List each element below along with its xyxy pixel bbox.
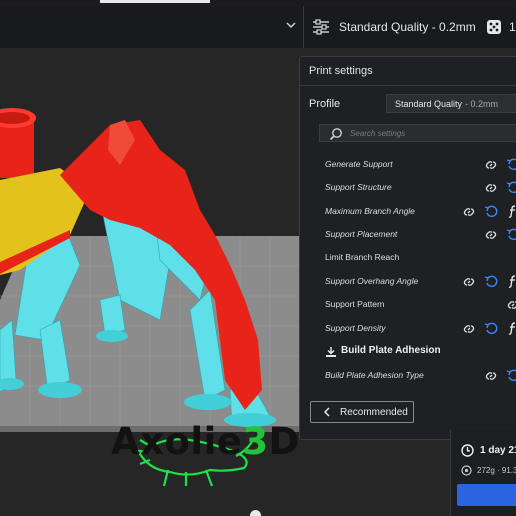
quality-label: Standard Quality - 0.2mm [339,20,476,34]
search-input[interactable] [350,125,516,141]
panel-divider [300,85,516,86]
setting-row[interactable]: Support Pattern [300,294,516,316]
setting-row[interactable]: Limit Branch Reach [300,247,516,269]
print-time-value: 1 day 21 [480,445,516,456]
link-icon[interactable] [484,228,498,242]
material-usage: 272g · 91.3 [461,465,516,476]
panel-title: Print settings [309,65,373,77]
reset-icon[interactable] [484,322,498,336]
settings-list: Generate Support Support Structure Maxim… [300,154,516,392]
chevron-down-icon [286,22,296,29]
link-icon[interactable] [484,181,498,195]
setting-row[interactable]: Generate Support [300,154,516,176]
settings-search[interactable] [319,124,516,142]
slice-button[interactable] [457,484,516,506]
stage-toolbar: Standard Quality - 0.2mm 10 [0,6,516,49]
setting-row[interactable]: Support Structure [300,177,516,199]
chevron-left-icon [323,407,330,417]
profile-value: Standard Quality [395,98,463,109]
cura-window: Standard Quality - 0.2mm 10 [0,0,516,516]
adhesion-icon [326,347,336,357]
setting-row[interactable]: Support Density [300,318,516,340]
setting-label: Support Placement [325,229,398,239]
link-icon[interactable] [462,205,476,219]
printer-selector[interactable] [0,6,304,48]
material-value: 272g · 91.3 [477,466,516,475]
reset-icon[interactable] [506,228,516,242]
sliders-icon [313,19,329,35]
link-icon[interactable] [462,322,476,336]
reset-icon[interactable] [506,181,516,195]
setting-label: Build Plate Adhesion Type [325,370,424,380]
function-icon[interactable] [506,274,516,288]
logo-text-accent: 3 [242,420,269,463]
print-time: 1 day 21 [461,444,516,457]
setting-label: Support Overhang Angle [325,276,419,286]
setting-row[interactable]: Build Plate Adhesion Type [300,365,516,387]
setting-label: Support Structure [325,182,392,192]
logo-text-main: Axolie [111,420,243,463]
profile-dropdown[interactable]: Standard Quality - 0.2mm [386,94,516,113]
function-icon[interactable] [506,204,516,218]
search-icon [329,128,342,141]
reset-icon[interactable] [506,158,516,172]
setting-row[interactable]: Support Overhang Angle [300,271,516,293]
profile-suffix: - 0.2mm [465,98,499,109]
link-icon[interactable] [484,158,498,172]
print-settings-toggle[interactable]: Standard Quality - 0.2mm [311,6,476,48]
infill-toggle[interactable]: 10 [486,6,516,48]
category-label: Build Plate Adhesion [341,345,441,356]
link-icon[interactable] [506,298,516,312]
model-logo-text: Axolie3D [111,420,300,463]
spool-icon [461,465,472,476]
setting-label: Generate Support [325,159,393,169]
reset-icon[interactable] [484,275,498,289]
reset-icon[interactable] [506,369,516,383]
setting-label: Support Pattern [325,299,385,309]
link-icon[interactable] [462,275,476,289]
setting-row[interactable]: Support Placement [300,224,516,246]
category-build-plate-adhesion[interactable]: Build Plate Adhesion [300,341,516,363]
recommended-label: Recommended [340,406,408,418]
clock-icon [461,444,474,457]
profile-label: Profile [309,98,341,110]
reset-icon[interactable] [484,205,498,219]
tab-edge [100,0,210,3]
setting-label: Support Density [325,323,386,333]
recommended-button[interactable]: Recommended [310,401,414,423]
layer-slider-handle[interactable] [250,510,261,516]
print-settings-panel: Print settings Profile Standard Quality … [299,56,516,440]
function-icon[interactable] [506,321,516,335]
dice-icon [487,20,501,34]
setting-label: Limit Branch Reach [325,252,400,262]
link-icon[interactable] [484,369,498,383]
dice-value: 10 [509,20,516,34]
setting-row[interactable]: Maximum Branch Angle [300,201,516,223]
setting-label: Maximum Branch Angle [325,206,415,216]
logo-text-end: D [268,420,300,463]
